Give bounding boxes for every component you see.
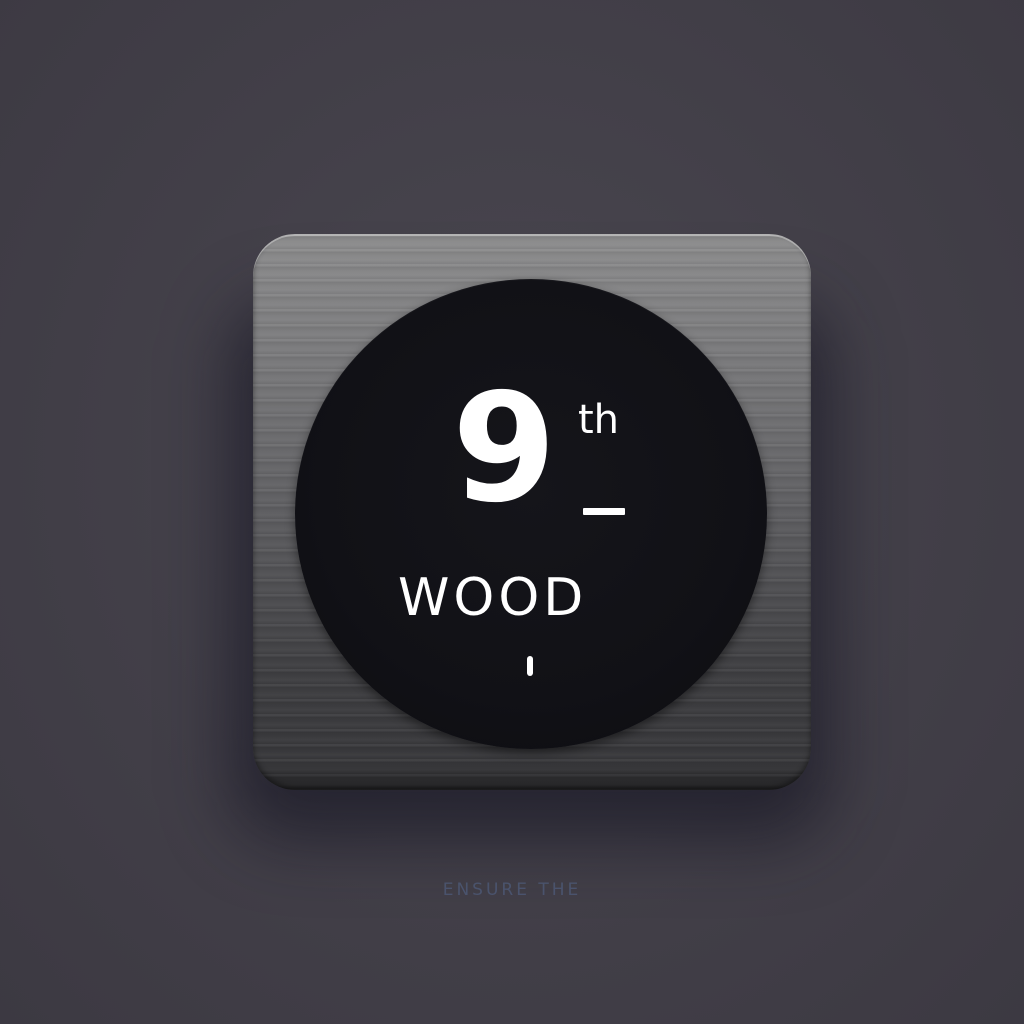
icon-tick-mark bbox=[527, 656, 533, 676]
icon-wordmark: WOOD bbox=[398, 568, 588, 628]
canvas: 9 th WOOD ENSURE THE bbox=[0, 0, 1024, 1024]
icon-numeral: 9 bbox=[452, 362, 557, 536]
icon-ordinal-suffix: th bbox=[578, 397, 620, 443]
caption-text: ENSURE THE bbox=[442, 880, 582, 900]
tile-bottom-edge bbox=[253, 764, 811, 790]
icon-dash-mark bbox=[583, 508, 625, 515]
